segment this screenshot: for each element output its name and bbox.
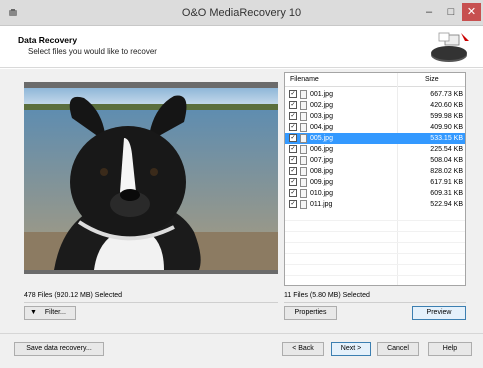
save-data-recovery-button[interactable]: Save data recovery... [14, 342, 104, 356]
file-icon [300, 178, 307, 187]
file-checkbox[interactable]: ✓ [289, 134, 297, 142]
file-size: 667.73 KB [430, 91, 463, 98]
file-checkbox[interactable]: ✓ [289, 200, 297, 208]
file-name: 001.jpg [310, 91, 333, 98]
list-item[interactable]: ✓ 005.jpg 533.15 KB [285, 133, 465, 144]
back-button[interactable]: < Back [282, 342, 324, 356]
column-header-filename[interactable]: Filename [290, 76, 319, 83]
file-name: 011.jpg [310, 201, 333, 208]
file-name: 004.jpg [310, 124, 333, 131]
help-button[interactable]: Help [428, 342, 472, 356]
status-divider [284, 302, 466, 303]
list-item[interactable]: ✓ 008.jpg 828.02 KB [285, 166, 465, 177]
properties-button[interactable]: Properties [284, 306, 337, 320]
image-preview [24, 82, 278, 274]
list-gridline [285, 231, 465, 232]
file-icon [300, 167, 307, 176]
preview-button[interactable]: Preview [412, 306, 466, 320]
list-item[interactable]: ✓ 007.jpg 508.04 KB [285, 155, 465, 166]
file-checkbox[interactable]: ✓ [289, 156, 297, 164]
file-checkbox[interactable]: ✓ [289, 178, 297, 186]
list-item[interactable]: ✓ 001.jpg 667.73 KB [285, 89, 465, 100]
file-checkbox[interactable]: ✓ [289, 123, 297, 131]
list-gridline [285, 275, 465, 276]
file-size: 828.02 KB [430, 168, 463, 175]
list-gridline [285, 253, 465, 254]
file-name: 009.jpg [310, 179, 333, 186]
file-size: 420.60 KB [430, 102, 463, 109]
filter-button[interactable]: ▼ Filter... [24, 306, 76, 320]
file-checkbox[interactable]: ✓ [289, 112, 297, 120]
list-item[interactable]: ✓ 009.jpg 617.91 KB [285, 177, 465, 188]
file-icon [300, 112, 307, 121]
wizard-header: Data Recovery Select files you would lik… [0, 26, 483, 68]
page-subtitle: Select files you would like to recover [28, 47, 157, 56]
file-size: 533.15 KB [430, 135, 463, 142]
file-name: 007.jpg [310, 157, 333, 164]
file-name: 010.jpg [310, 190, 333, 197]
file-size: 617.91 KB [430, 179, 463, 186]
list-gridline [285, 242, 465, 243]
list-item[interactable]: ✓ 003.jpg 599.98 KB [285, 111, 465, 122]
list-item[interactable]: ✓ 011.jpg 522.94 KB [285, 199, 465, 210]
file-name: 005.jpg [310, 135, 333, 142]
dropdown-arrow-icon: ▼ [30, 309, 37, 316]
list-item[interactable]: ✓ 010.jpg 609.31 KB [285, 188, 465, 199]
title-bar[interactable]: O&O MediaRecovery 10 – □ ✕ [0, 0, 483, 26]
selected-files-status: 11 Files (5.80 MB) Selected [284, 292, 370, 299]
file-checkbox[interactable]: ✓ [289, 101, 297, 109]
file-size: 409.90 KB [430, 124, 463, 131]
recovery-logo-icon [431, 32, 469, 62]
file-checkbox[interactable]: ✓ [289, 90, 297, 98]
list-header: Filename Size [285, 73, 465, 87]
file-icon [300, 90, 307, 99]
file-icon [300, 189, 307, 198]
file-name: 008.jpg [310, 168, 333, 175]
file-size: 599.98 KB [430, 113, 463, 120]
cancel-button[interactable]: Cancel [377, 342, 419, 356]
file-icon [300, 145, 307, 154]
file-name: 006.jpg [310, 146, 333, 153]
window-title: O&O MediaRecovery 10 [181, 7, 302, 19]
close-button[interactable]: ✕ [462, 3, 481, 21]
total-files-status: 478 Files (920.12 MB) Selected [24, 292, 123, 299]
file-icon [300, 123, 307, 132]
file-list[interactable]: Filename Size ✓ 001.jpg 667.73 KB ✓ 002.jpg 4… [284, 72, 466, 286]
list-item[interactable]: ✓ 002.jpg 420.60 KB [285, 100, 465, 111]
file-size: 225.54 KB [430, 146, 463, 153]
file-icon [300, 134, 307, 143]
file-size: 508.04 KB [430, 157, 463, 164]
list-item[interactable]: ✓ 006.jpg 225.54 KB [285, 144, 465, 155]
status-divider [24, 302, 278, 303]
file-icon [300, 200, 307, 209]
dog-photo [24, 88, 278, 270]
column-header-size[interactable]: Size [425, 76, 439, 83]
file-size: 522.94 KB [430, 201, 463, 208]
file-size: 609.31 KB [430, 190, 463, 197]
filter-button-label: Filter... [44, 309, 66, 316]
maximize-button[interactable]: □ [440, 3, 462, 21]
minimize-button[interactable]: – [418, 3, 440, 21]
list-gridline [285, 220, 465, 221]
file-checkbox[interactable]: ✓ [289, 189, 297, 197]
page-title: Data Recovery [18, 35, 78, 45]
file-checkbox[interactable]: ✓ [289, 167, 297, 175]
file-name: 002.jpg [310, 102, 333, 109]
file-checkbox[interactable]: ✓ [289, 145, 297, 153]
list-gridline [285, 264, 465, 265]
file-name: 003.jpg [310, 113, 333, 120]
list-item[interactable]: ✓ 004.jpg 409.90 KB [285, 122, 465, 133]
file-icon [300, 101, 307, 110]
footer-divider [0, 333, 483, 334]
next-button[interactable]: Next > [331, 342, 371, 356]
file-icon [300, 156, 307, 165]
